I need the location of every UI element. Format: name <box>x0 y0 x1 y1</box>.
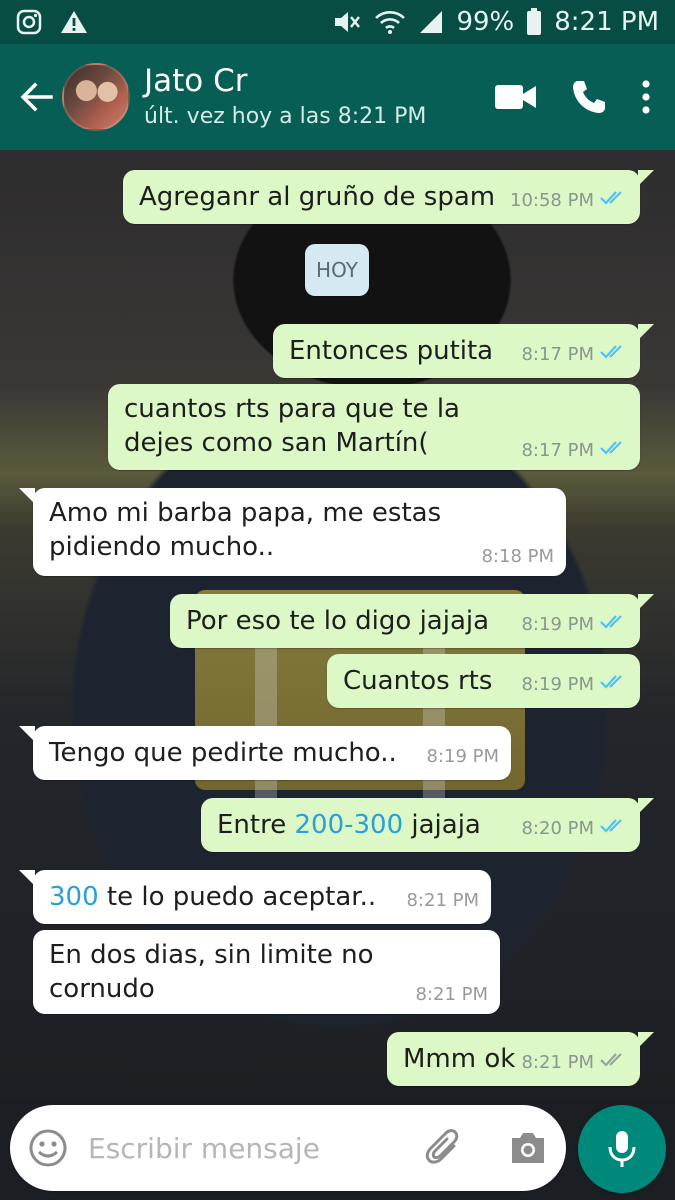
last-seen: últ. vez hoy a las 8:21 PM <box>144 104 427 129</box>
microphone-icon <box>608 1131 636 1167</box>
message-outgoing[interactable]: Cuantos rts 8:19 PM <box>327 654 640 708</box>
date-chip: HOY <box>305 244 369 296</box>
menu-button[interactable] <box>641 80 651 114</box>
contact-name: Jato Cr <box>144 63 248 99</box>
read-ticks-icon <box>600 190 628 212</box>
read-ticks-icon <box>600 674 628 696</box>
video-call-button[interactable] <box>495 83 537 111</box>
message-incoming[interactable]: Amo mi barba papa, me estas pidiendo muc… <box>19 488 566 576</box>
message-time: 8:17 PM <box>521 344 594 365</box>
emoji-button[interactable] <box>28 1128 68 1168</box>
message-time: 8:19 PM <box>521 674 594 695</box>
message-time: 8:17 PM <box>521 440 594 461</box>
camera-icon <box>512 1133 544 1163</box>
contact-info[interactable]: Jato Cr últ. vez hoy a las 8:21 PM <box>144 63 426 131</box>
signal-icon <box>418 9 444 35</box>
message-time: 8:21 PM <box>521 1052 594 1073</box>
voice-call-button[interactable] <box>571 79 607 115</box>
message-outgoing[interactable]: Mmm ok 8:21 PM <box>387 1032 654 1086</box>
message-text: Amo mi barba papa, me estas pidiendo muc… <box>49 498 442 562</box>
message-outgoing[interactable]: Agreganr al gruño de spam 10:58 PM <box>123 170 654 224</box>
back-button[interactable] <box>10 67 62 127</box>
chat-header: Jato Cr últ. vez hoy a las 8:21 PM <box>0 44 675 150</box>
read-ticks-icon <box>600 818 628 840</box>
message-composer <box>10 1105 566 1191</box>
message-time: 8:19 PM <box>521 614 594 635</box>
message-time: 10:58 PM <box>510 190 594 211</box>
chat-area[interactable]: Agreganr al gruño de spam 10:58 PM HOY E… <box>0 150 675 1100</box>
phone-icon <box>573 81 605 113</box>
message-incoming[interactable]: 300 te lo puedo aceptar.. 8:21 PM <box>19 870 491 924</box>
battery-icon <box>526 8 542 36</box>
attach-button[interactable] <box>424 1128 464 1168</box>
mute-icon <box>332 9 362 35</box>
read-ticks-icon <box>600 614 628 636</box>
message-time: 8:21 PM <box>406 890 479 911</box>
number-link[interactable]: 200-300 <box>294 810 403 840</box>
video-camera-icon <box>495 85 536 109</box>
message-time: 8:21 PM <box>415 984 488 1005</box>
back-arrow-icon <box>20 82 53 112</box>
message-time: 8:20 PM <box>521 818 594 839</box>
paperclip-icon <box>425 1129 459 1164</box>
contact-avatar[interactable] <box>62 63 130 131</box>
read-ticks-icon <box>600 344 628 366</box>
status-time: 8:21 PM <box>554 7 659 37</box>
status-bar: 99% 8:21 PM <box>0 0 675 44</box>
message-input[interactable] <box>86 1130 424 1166</box>
number-link[interactable]: 300 <box>49 882 99 912</box>
battery-level: 99% <box>456 7 515 37</box>
emoji-icon <box>29 1129 67 1167</box>
instagram-icon <box>16 9 42 35</box>
microphone-button[interactable] <box>578 1105 666 1193</box>
message-outgoing[interactable]: cuantos rts para que te la dejes como sa… <box>108 384 640 470</box>
message-incoming[interactable]: En dos dias, sin limite no cornudo 8:21 … <box>33 930 500 1014</box>
message-outgoing[interactable]: Entonces putita 8:17 PM <box>273 324 654 378</box>
message-incoming[interactable]: Tengo que pedirte mucho.. 8:19 PM <box>19 726 511 780</box>
warning-icon <box>60 9 88 35</box>
message-time: 8:19 PM <box>426 746 499 767</box>
camera-button[interactable] <box>508 1130 548 1166</box>
message-outgoing[interactable]: Entre 200-300 jajaja 8:20 PM <box>201 798 654 852</box>
read-ticks-icon <box>600 440 628 462</box>
more-vertical-icon <box>642 80 650 114</box>
message-time: 8:18 PM <box>481 546 554 567</box>
delivered-ticks-icon <box>600 1052 628 1074</box>
message-outgoing[interactable]: Por eso te lo digo jajaja 8:19 PM <box>170 594 654 648</box>
wifi-icon <box>374 9 406 35</box>
